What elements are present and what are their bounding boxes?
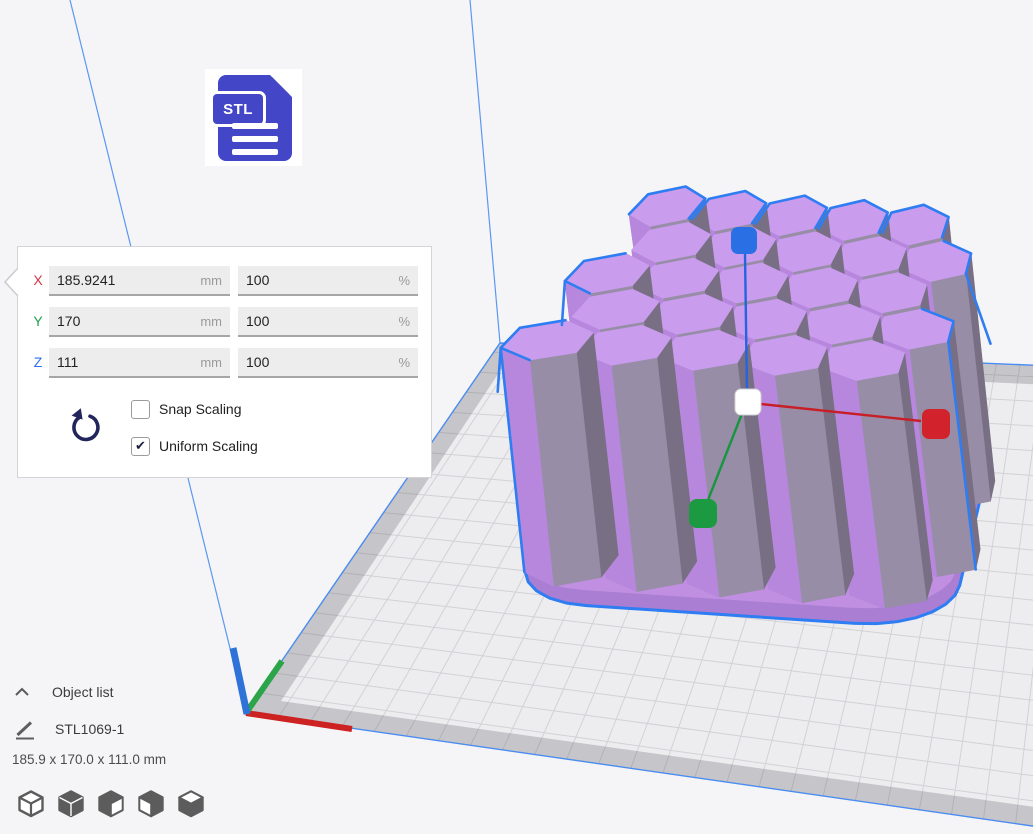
chevron-up-icon[interactable] — [14, 687, 30, 697]
cube-top-icon — [176, 789, 206, 819]
scale-x-mm-input[interactable]: 185.9241 mm — [49, 266, 230, 296]
snap-scaling-checkbox[interactable]: ✔ — [131, 400, 150, 419]
view-3d-button[interactable] — [16, 788, 48, 820]
object-list-item[interactable]: STL1069-1 — [55, 721, 124, 737]
stl-badge: STL — [210, 91, 266, 127]
axis-label-x: X — [29, 272, 47, 288]
scale-row-y: Y 170 mm 100 % — [18, 307, 431, 337]
selection-outline — [562, 281, 565, 325]
model-item-icon — [13, 718, 37, 742]
axis-label-z: Z — [29, 354, 47, 370]
camera-view-toolbar — [16, 788, 208, 820]
view-front-button[interactable] — [56, 788, 88, 820]
stl-file-icon: STL — [205, 69, 302, 166]
origin-z-axis — [233, 648, 247, 714]
cube-front-icon — [56, 789, 86, 819]
document-line — [232, 149, 278, 155]
uniform-scaling-checkbox[interactable]: ✔ — [131, 437, 150, 456]
scale-tool-panel: X 185.9241 mm 100 % Y 170 mm 100 % Z — [17, 246, 432, 478]
scale-z-mm-input[interactable]: 111 mm — [49, 348, 230, 378]
object-list-header[interactable]: Object list — [52, 684, 113, 700]
document-line — [232, 123, 278, 129]
scale-y-percent-input[interactable]: 100 % — [238, 307, 418, 337]
cube-3d-icon — [16, 789, 46, 819]
cube-right-icon — [136, 789, 166, 819]
scale-handle-center[interactable] — [735, 389, 761, 415]
view-left-button[interactable] — [96, 788, 128, 820]
snap-scaling-row: ✔ Snap Scaling — [131, 399, 242, 419]
cube-left-icon — [96, 789, 126, 819]
model-dimensions-label: 185.9 x 170.0 x 111.0 mm — [12, 752, 166, 767]
snap-scaling-label: Snap Scaling — [159, 401, 242, 417]
scale-row-z: Z 111 mm 100 % — [18, 348, 431, 378]
axis-label-y: Y — [29, 313, 47, 329]
cura-viewport: STL X 185.9241 mm 100 % Y 170 mm — [0, 0, 1033, 834]
scale-z-percent-input[interactable]: 100 % — [238, 348, 418, 378]
reset-scale-button[interactable] — [66, 407, 106, 447]
scale-handle-z[interactable] — [731, 227, 757, 254]
scale-row-x: X 185.9241 mm 100 % — [18, 266, 431, 296]
reset-circular-arrow-icon — [67, 407, 105, 447]
scale-x-percent-input[interactable]: 100 % — [238, 266, 418, 296]
uniform-scaling-row: ✔ Uniform Scaling — [131, 436, 258, 456]
view-top-button[interactable] — [176, 788, 208, 820]
view-right-button[interactable] — [136, 788, 168, 820]
stl-document-shape: STL — [218, 75, 292, 161]
scale-y-mm-input[interactable]: 170 mm — [49, 307, 230, 337]
build-volume-edge — [470, 0, 500, 343]
scale-handle-y[interactable] — [689, 499, 717, 528]
document-line — [232, 136, 278, 142]
scale-handle-x[interactable] — [922, 409, 950, 439]
uniform-scaling-label: Uniform Scaling — [159, 438, 258, 454]
